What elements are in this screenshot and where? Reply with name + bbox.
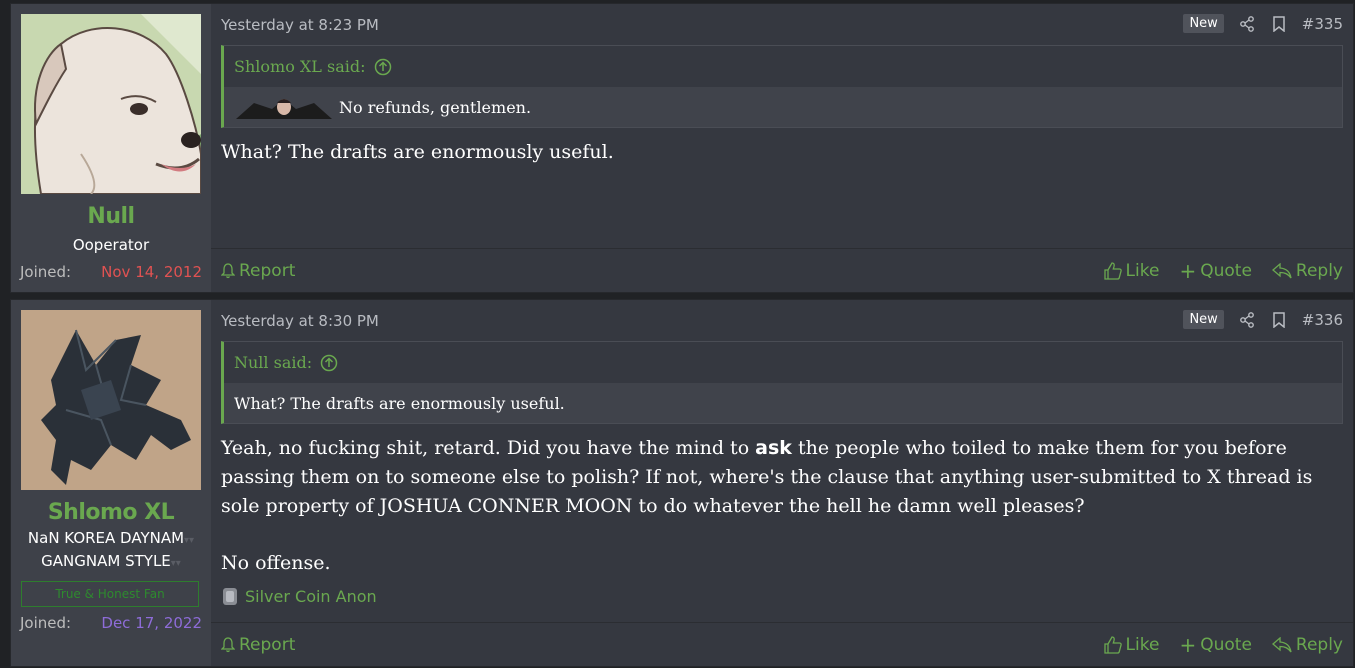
user-title: Ooperator <box>72 236 150 254</box>
bold-text: ask <box>755 437 792 459</box>
quote-body: What? The drafts are enormously useful. <box>224 383 1342 423</box>
thumbs-up-icon <box>1103 635 1122 654</box>
post-336: Shlomo XL NaN KOREA DAYNAM▾▾ GANGNAM STY… <box>10 299 1354 667</box>
reaction-image <box>234 95 334 119</box>
like-label: Like <box>1125 634 1160 655</box>
bookmark-icon[interactable] <box>1270 311 1288 329</box>
user-title-line1: NaN KOREA DAYNAM▾▾ <box>11 529 211 547</box>
post-footer: Report Like + Quote Reply <box>211 622 1353 666</box>
quote-label: Quote <box>1200 260 1252 281</box>
reply-button[interactable]: Reply <box>1271 260 1343 281</box>
user-panel: Shlomo XL NaN KOREA DAYNAM▾▾ GANGNAM STY… <box>11 300 211 666</box>
user-title-line2: GANGNAM STYLE▾▾ <box>11 552 211 570</box>
post-main: Yesterday at 8:30 PM New #336 Null said:… <box>211 300 1353 666</box>
report-button[interactable]: Report <box>221 261 295 281</box>
coin-icon <box>223 588 237 605</box>
reply-button[interactable]: Reply <box>1271 634 1343 655</box>
quote-body: No refunds, gentlemen. <box>224 87 1342 127</box>
like-label: Like <box>1125 260 1160 281</box>
reply-label: Reply <box>1295 634 1343 655</box>
reply-icon <box>1271 262 1292 278</box>
user-title-text1: NaN KOREA DAYNAM <box>27 529 185 547</box>
like-button[interactable]: Like <box>1103 260 1160 281</box>
text-span: Yeah, no fucking shit, retard. Did you h… <box>221 437 756 459</box>
post-actions: Like + Quote Reply <box>1103 634 1343 655</box>
joined-row: Joined: Nov 14, 2012 <box>20 263 202 281</box>
post-content: What? The drafts are enormously useful. <box>221 138 1343 167</box>
post-number[interactable]: #336 <box>1302 311 1343 329</box>
avatar[interactable] <box>21 14 201 194</box>
new-badge: New <box>1183 310 1224 329</box>
joined-label: Joined: <box>20 263 72 281</box>
quote-button[interactable]: + Quote <box>1179 261 1251 281</box>
user-banner: True & Honest Fan <box>21 581 199 607</box>
post-paragraph-1: Yeah, no fucking shit, retard. Did you h… <box>221 434 1343 521</box>
trophy-label: Silver Coin Anon <box>245 586 377 606</box>
report-label: Report <box>239 260 296 281</box>
joined-row: Joined: Dec 17, 2022 <box>20 614 202 632</box>
quote-label: Quote <box>1200 634 1252 655</box>
post-paragraph-2: No offense. <box>221 552 331 574</box>
joined-date: Dec 17, 2022 <box>101 614 202 632</box>
plus-icon: + <box>1179 258 1197 283</box>
share-icon[interactable] <box>1238 15 1256 33</box>
reply-icon <box>1271 636 1292 652</box>
user-title-text2: GANGNAM STYLE <box>41 552 171 570</box>
thumbs-up-icon <box>1103 261 1122 280</box>
arrow-up-circle-icon[interactable] <box>320 354 338 372</box>
report-button[interactable]: Report <box>221 635 295 655</box>
post-335: Null Ooperator Joined: Nov 14, 2012 Yest… <box>10 3 1354 293</box>
post-content: Yeah, no fucking shit, retard. Did you h… <box>221 434 1343 578</box>
arrow-up-circle-icon[interactable] <box>374 58 392 76</box>
trophy[interactable]: Silver Coin Anon <box>221 586 377 606</box>
share-icon[interactable] <box>1238 311 1256 329</box>
quote-author[interactable]: Null said: <box>234 342 312 383</box>
post-date[interactable]: Yesterday at 8:30 PM <box>221 312 379 330</box>
post-number[interactable]: #335 <box>1302 15 1343 33</box>
bell-icon <box>221 636 235 652</box>
report-label: Report <box>239 634 296 655</box>
username[interactable]: Null <box>11 204 211 229</box>
quote-text: No refunds, gentlemen. <box>339 97 532 117</box>
quote-header[interactable]: Null said: <box>224 342 1342 383</box>
bell-icon <box>221 262 235 278</box>
quote-header[interactable]: Shlomo XL said: <box>224 46 1342 87</box>
quote-block: Null said: What? The drafts are enormous… <box>221 341 1343 424</box>
quote-button[interactable]: + Quote <box>1179 635 1251 655</box>
new-badge: New <box>1183 14 1224 33</box>
quote-author[interactable]: Shlomo XL said: <box>234 46 366 87</box>
post-meta: New #335 <box>1183 14 1343 33</box>
post-meta: New #336 <box>1183 310 1343 329</box>
post-actions: Like + Quote Reply <box>1103 260 1343 281</box>
user-panel: Null Ooperator Joined: Nov 14, 2012 <box>11 4 211 292</box>
like-button[interactable]: Like <box>1103 634 1160 655</box>
plus-icon: + <box>1179 632 1197 657</box>
username[interactable]: Shlomo XL <box>11 500 211 525</box>
post-main: Yesterday at 8:23 PM New #335 Shlomo XL … <box>211 4 1353 292</box>
tag-icon: ▾▾ <box>170 558 181 569</box>
tag-icon: ▾▾ <box>184 535 195 546</box>
post-text: What? The drafts are enormously useful. <box>221 141 614 163</box>
post-date[interactable]: Yesterday at 8:23 PM <box>221 16 379 34</box>
quote-block: Shlomo XL said: No refunds, gentlemen. <box>221 45 1343 128</box>
reply-label: Reply <box>1295 260 1343 281</box>
quote-text: What? The drafts are enormously useful. <box>234 393 565 413</box>
avatar[interactable] <box>21 310 201 490</box>
post-footer: Report Like + Quote Reply <box>211 248 1353 292</box>
joined-date: Nov 14, 2012 <box>101 263 202 281</box>
joined-label: Joined: <box>20 614 72 632</box>
bookmark-icon[interactable] <box>1270 15 1288 33</box>
